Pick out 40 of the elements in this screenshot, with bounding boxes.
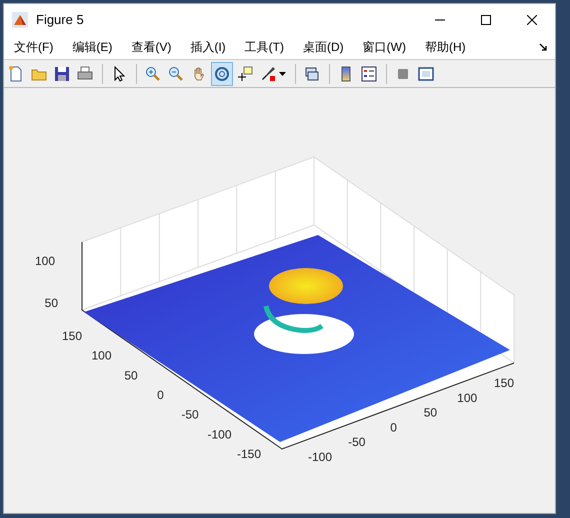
- tick-label: -50: [348, 435, 366, 450]
- menu-item[interactable]: 插入(I): [184, 36, 232, 58]
- tick-label: -150: [236, 447, 262, 461]
- tick-label: 100: [457, 390, 478, 405]
- legend-icon: [361, 66, 377, 82]
- maximize-icon: [481, 14, 491, 24]
- tick-label: 150: [494, 376, 514, 390]
- link-icon: [304, 66, 320, 82]
- menu-item[interactable]: 查看(V): [125, 36, 178, 58]
- tick-label: 50: [124, 368, 138, 382]
- menu-item[interactable]: 工具(T): [238, 36, 290, 58]
- tick-label: 100: [34, 254, 55, 268]
- menu-item[interactable]: 窗口(W): [356, 36, 412, 58]
- menu-item[interactable]: 文件(F): [8, 36, 60, 58]
- new-file-icon: [8, 66, 24, 82]
- tick-label: 150: [62, 329, 82, 343]
- tick-label: -100: [308, 450, 332, 464]
- tick-label: -50: [181, 408, 199, 422]
- tick-label: 0: [157, 388, 164, 402]
- data-cursor-icon: [237, 66, 253, 82]
- tick-label: 50: [424, 406, 438, 420]
- app-logo-icon: [12, 12, 28, 28]
- corner-arrow-icon: [539, 43, 547, 51]
- tick-label: 50: [44, 296, 58, 310]
- zoom-in-icon: [145, 66, 161, 82]
- brush-icon: [260, 66, 276, 82]
- menu-item[interactable]: 桌面(D): [296, 36, 350, 58]
- print-icon: [77, 66, 93, 82]
- tick-label: -100: [207, 427, 232, 442]
- tick-label: 0: [390, 420, 397, 434]
- tick-label: 100: [91, 348, 112, 363]
- menu-item[interactable]: 帮助(H): [418, 36, 472, 58]
- rotate-icon: [214, 66, 230, 82]
- close-icon: [527, 14, 537, 24]
- menu-item[interactable]: 编辑(E): [66, 36, 118, 58]
- window-title: Figure 5: [36, 10, 84, 29]
- zoom-out-icon: [168, 66, 184, 82]
- caret-icon: [279, 72, 286, 76]
- save-icon: [54, 66, 70, 82]
- window-icon: [418, 66, 434, 82]
